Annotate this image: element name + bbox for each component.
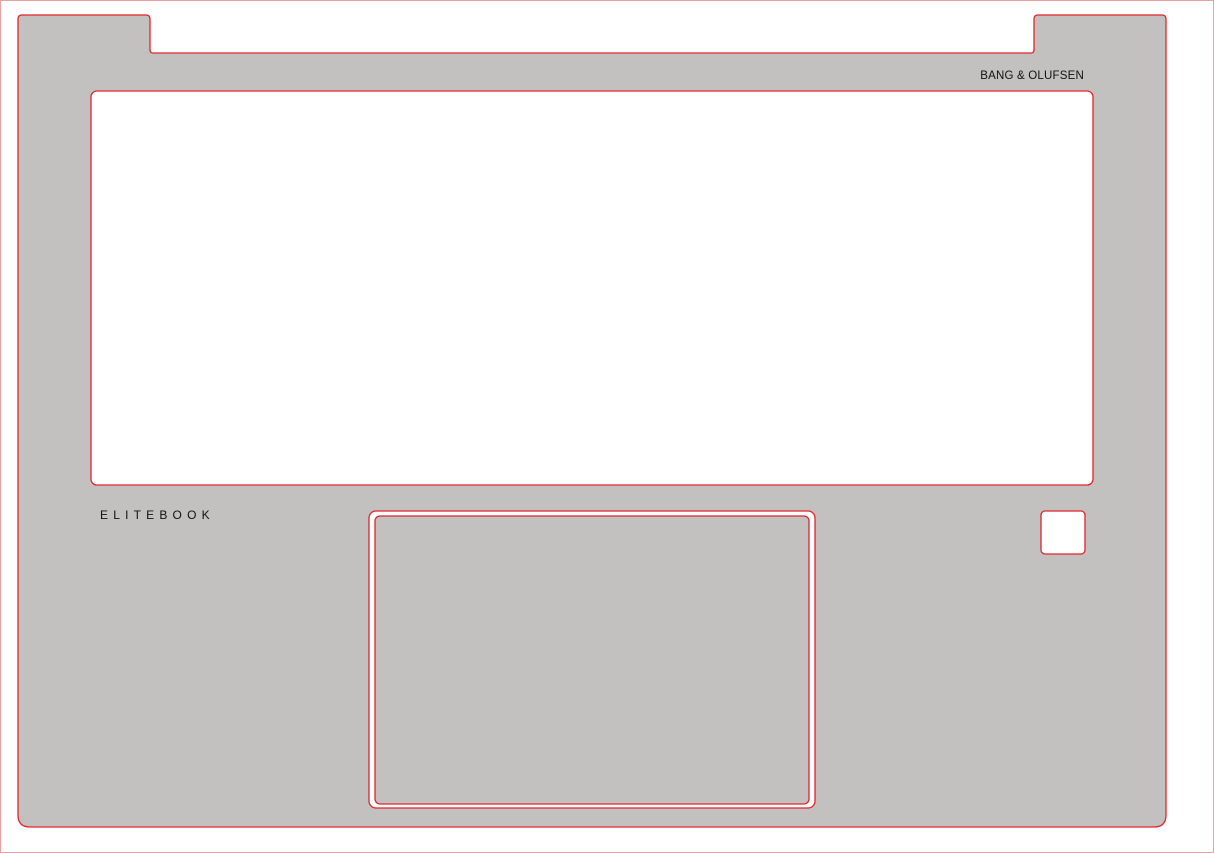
palmrest-skin-template: BANG & OLUFSEN ELITEBOOK bbox=[0, 0, 1214, 853]
brand-bang-olufsen: BANG & OLUFSEN bbox=[980, 70, 1084, 82]
touchpad-area bbox=[374, 515, 810, 805]
fingerprint-sensor-cutout bbox=[1040, 510, 1086, 555]
keyboard-cutout bbox=[90, 90, 1094, 486]
brand-elitebook: ELITEBOOK bbox=[100, 508, 215, 522]
